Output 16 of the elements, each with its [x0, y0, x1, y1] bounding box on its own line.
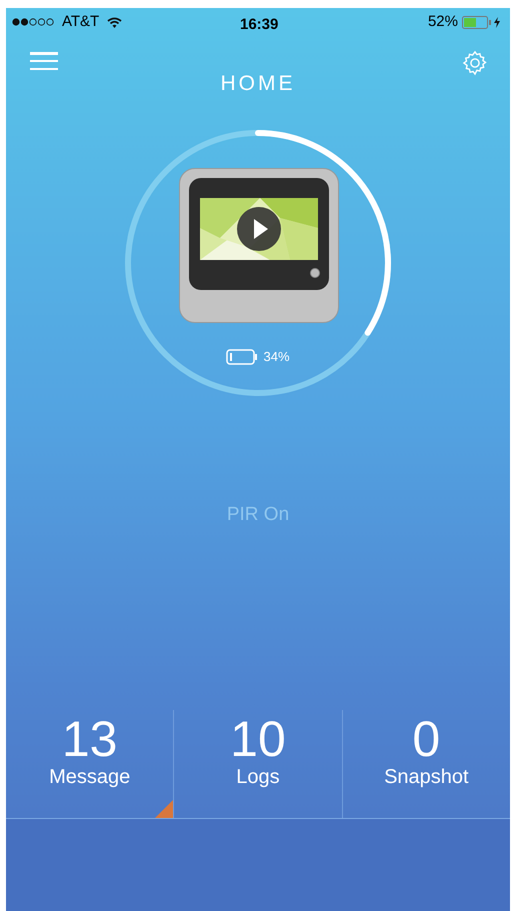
stat-tile[interactable]: 13 Message [6, 710, 174, 818]
stat-tile[interactable]: 0 Snapshot [342, 710, 510, 818]
stat-tile[interactable]: 10 Logs [173, 710, 342, 818]
indicator-light-icon [310, 268, 320, 278]
play-icon [236, 206, 282, 252]
menu-button[interactable] [30, 50, 60, 72]
pir-status: PIR On [226, 504, 290, 525]
battery-percent: 52% [428, 12, 458, 32]
wifi-icon [107, 16, 122, 28]
signal-icon [12, 18, 54, 26]
battery-icon [226, 348, 258, 365]
clock-time: 16:39 [240, 15, 278, 35]
page-title: HOME [220, 71, 296, 97]
settings-icon [461, 49, 489, 77]
device-battery-percent: 34% [263, 348, 290, 366]
carrier-name: AT&T [62, 12, 100, 32]
